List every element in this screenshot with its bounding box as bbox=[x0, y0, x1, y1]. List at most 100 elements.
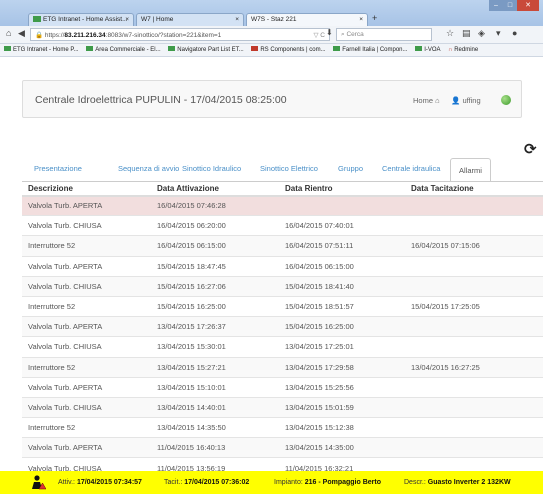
bookmark-etg[interactable]: ETG Intranet - Home P... bbox=[4, 46, 79, 53]
dropdown-icon[interactable]: ▾ bbox=[496, 28, 501, 39]
bookmark-navigatore[interactable]: Navigatore Part List ET... bbox=[168, 46, 244, 53]
tab-sequenza-di-avvio[interactable]: Sequenza di avvio bbox=[118, 164, 179, 173]
folder-icon bbox=[168, 46, 176, 51]
window-controls: – □ ✕ bbox=[489, 0, 539, 11]
table-cell: 13/04/2015 17:26:37 bbox=[151, 316, 279, 337]
browser-nav-bar: ⌂ ◀ 🔒 https://83.211.216.34:8083/w7-sino… bbox=[0, 26, 543, 44]
table-cell: 13/04/2015 14:35:00 bbox=[279, 437, 405, 458]
url-bar[interactable]: 🔒 https://83.211.216.34:8083/w7-sinottic… bbox=[30, 28, 330, 41]
folder-icon bbox=[4, 46, 11, 51]
table-cell: 13/04/2015 14:35:50 bbox=[151, 417, 279, 438]
table-cell: Interruttore 52 bbox=[22, 235, 151, 257]
refresh-icon[interactable]: ⟳ bbox=[524, 140, 537, 158]
browser-tab-w7-home[interactable]: W7 | Home × bbox=[136, 13, 244, 26]
bookmark-star-icon[interactable]: ☆ bbox=[446, 28, 454, 39]
active-alarm-bar: Attiv.: 17/04/2015 07:34:57 Tacit.: 17/0… bbox=[0, 471, 543, 494]
close-tab-icon[interactable]: × bbox=[125, 16, 129, 23]
table-cell: 16/04/2015 06:15:00 bbox=[279, 255, 405, 277]
table-row[interactable]: Interruttore 52 13/04/2015 14:35:50 13/04/… bbox=[22, 417, 543, 438]
column-header[interactable]: Data Tacitazione bbox=[405, 181, 543, 197]
table-row[interactable]: Valvola Turb. CHIUSA 15/04/2015 16:27:06 1… bbox=[22, 275, 543, 297]
table-row[interactable]: Valvola Turb. APERTA 13/04/2015 15:10:01 1… bbox=[22, 376, 543, 398]
table-cell: Valvola Turb. APERTA bbox=[22, 376, 151, 398]
user-link[interactable]: 👤 uffing bbox=[451, 96, 481, 105]
bookmark-area-commerciale[interactable]: Area Commerciale - El... bbox=[86, 46, 161, 53]
reload-icon[interactable]: ▽ C bbox=[314, 31, 326, 39]
column-header[interactable]: Descrizione bbox=[22, 181, 151, 197]
bookmark-rs-components[interactable]: RS Components | com... bbox=[251, 46, 326, 53]
table-row[interactable]: Interruttore 52 13/04/2015 15:27:21 13/04/… bbox=[22, 356, 543, 378]
table-cell: Valvola Turb. CHIUSA bbox=[22, 336, 151, 357]
table-cell: Interruttore 52 bbox=[22, 417, 151, 438]
browser-tab-etg[interactable]: ETG Intranet - Home Assist... × bbox=[28, 13, 134, 26]
table-row[interactable]: Valvola Turb. APERTA 11/04/2015 16:40:13 1… bbox=[22, 437, 543, 458]
redmine-icon: ∩ bbox=[448, 47, 453, 53]
table-cell bbox=[405, 376, 543, 398]
close-tab-icon[interactable]: × bbox=[359, 16, 363, 23]
table-cell: 16/04/2015 07:40:01 bbox=[279, 215, 405, 236]
maximize-icon[interactable]: □ bbox=[503, 0, 517, 11]
footer-description: Descr.: Guasto Inverter 2 132KW bbox=[404, 479, 511, 486]
tab-centrale-idraulica[interactable]: Centrale idraulica bbox=[382, 164, 440, 173]
minimize-icon[interactable]: – bbox=[489, 0, 503, 11]
table-cell: 13/04/2015 15:10:01 bbox=[151, 376, 279, 398]
table-header-row: Descrizione Data Attivazione Data Rientr… bbox=[22, 181, 543, 197]
alarms-table: Descrizione Data Attivazione Data Rientr… bbox=[22, 181, 543, 494]
etg-favicon-icon bbox=[33, 16, 41, 22]
table-cell: Valvola Turb. APERTA bbox=[22, 316, 151, 337]
search-input[interactable]: ⌕ Cerca bbox=[336, 28, 432, 41]
table-row[interactable]: Valvola Turb. APERTA 13/04/2015 17:26:37 1… bbox=[22, 316, 543, 337]
folder-icon bbox=[415, 46, 423, 51]
table-cell bbox=[405, 275, 543, 297]
browser-tab-w7s[interactable]: W7S - Staz 221 × bbox=[246, 13, 368, 26]
footer-silenced: Tacit.: 17/04/2015 07:36:02 bbox=[164, 479, 250, 486]
new-tab-icon[interactable]: + bbox=[372, 13, 377, 23]
bookmark-redmine[interactable]: ∩ Redmine bbox=[448, 47, 478, 53]
column-header[interactable]: Data Rientro bbox=[279, 181, 405, 197]
table-cell: 13/04/2015 15:12:38 bbox=[279, 417, 405, 438]
tab-gruppo[interactable]: Gruppo bbox=[338, 164, 363, 173]
bookmarks-icon[interactable]: ▤ bbox=[462, 28, 471, 39]
search-icon: ⌕ bbox=[341, 31, 345, 38]
menu-icon[interactable]: ● bbox=[512, 28, 517, 38]
back-icon[interactable]: ◀ bbox=[18, 28, 25, 39]
close-tab-icon[interactable]: × bbox=[235, 16, 239, 23]
column-header[interactable]: Data Attivazione bbox=[151, 181, 279, 197]
table-cell: 13/04/2015 15:01:59 bbox=[279, 396, 405, 418]
table-cell: 13/04/2015 17:29:58 bbox=[279, 356, 405, 378]
addon-icon[interactable]: ◈ bbox=[478, 28, 485, 39]
download-icon[interactable]: ⬇ bbox=[326, 28, 333, 37]
table-row[interactable]: Interruttore 52 15/04/2015 16:25:00 15/04/… bbox=[22, 295, 543, 317]
table-row[interactable]: Valvola Turb. APERTA 16/04/2015 07:46:28 bbox=[22, 194, 543, 216]
tab-sinottico-elettrico[interactable]: Sinottico Elettrico bbox=[260, 164, 318, 173]
tab-presentazione[interactable]: Presentazione bbox=[34, 164, 82, 173]
home-button-icon[interactable]: ⌂ bbox=[6, 28, 11, 38]
table-cell: 15/04/2015 16:25:00 bbox=[151, 295, 279, 317]
bookmark-ivoa[interactable]: I-VOA bbox=[415, 46, 441, 53]
table-row[interactable]: Interruttore 52 16/04/2015 06:15:00 16/04/… bbox=[22, 235, 543, 257]
table-cell: Interruttore 52 bbox=[22, 295, 151, 317]
table-cell: 16/04/2015 07:15:06 bbox=[405, 235, 543, 257]
home-link[interactable]: Home ⌂ bbox=[413, 96, 440, 105]
table-cell: 16/04/2015 07:46:28 bbox=[151, 194, 279, 216]
table-row[interactable]: Valvola Turb. CHIUSA 16/04/2015 06:20:00 1… bbox=[22, 215, 543, 236]
browser-tab-strip: ETG Intranet - Home Assist... × W7 | Hom… bbox=[0, 0, 543, 26]
table-row[interactable]: Valvola Turb. CHIUSA 13/04/2015 15:30:01 1… bbox=[22, 336, 543, 357]
table-cell bbox=[279, 194, 405, 216]
tab-sinottico-idraulico[interactable]: Sinottico Idraulico bbox=[182, 164, 241, 173]
table-cell: 13/04/2015 16:27:25 bbox=[405, 356, 543, 378]
table-cell: 15/04/2015 17:25:05 bbox=[405, 295, 543, 317]
table-cell bbox=[405, 417, 543, 438]
window-close-icon[interactable]: ✕ bbox=[517, 0, 539, 11]
bookmark-farnell[interactable]: Farnell Italia | Compon... bbox=[333, 46, 408, 53]
table-cell bbox=[405, 255, 543, 277]
table-cell bbox=[405, 215, 543, 236]
table-cell: 15/04/2015 18:41:40 bbox=[279, 275, 405, 297]
table-cell: Valvola Turb. CHIUSA bbox=[22, 215, 151, 236]
tab-allarmi[interactable]: Allarmi bbox=[450, 158, 491, 182]
alarms-table-wrap: Descrizione Data Attivazione Data Rientr… bbox=[22, 181, 543, 494]
table-cell: Valvola Turb. APERTA bbox=[22, 194, 151, 216]
table-row[interactable]: Valvola Turb. APERTA 15/04/2015 18:47:45 1… bbox=[22, 255, 543, 277]
table-cell: 15/04/2015 18:51:57 bbox=[279, 295, 405, 317]
table-row[interactable]: Valvola Turb. CHIUSA 13/04/2015 14:40:01 1… bbox=[22, 396, 543, 418]
